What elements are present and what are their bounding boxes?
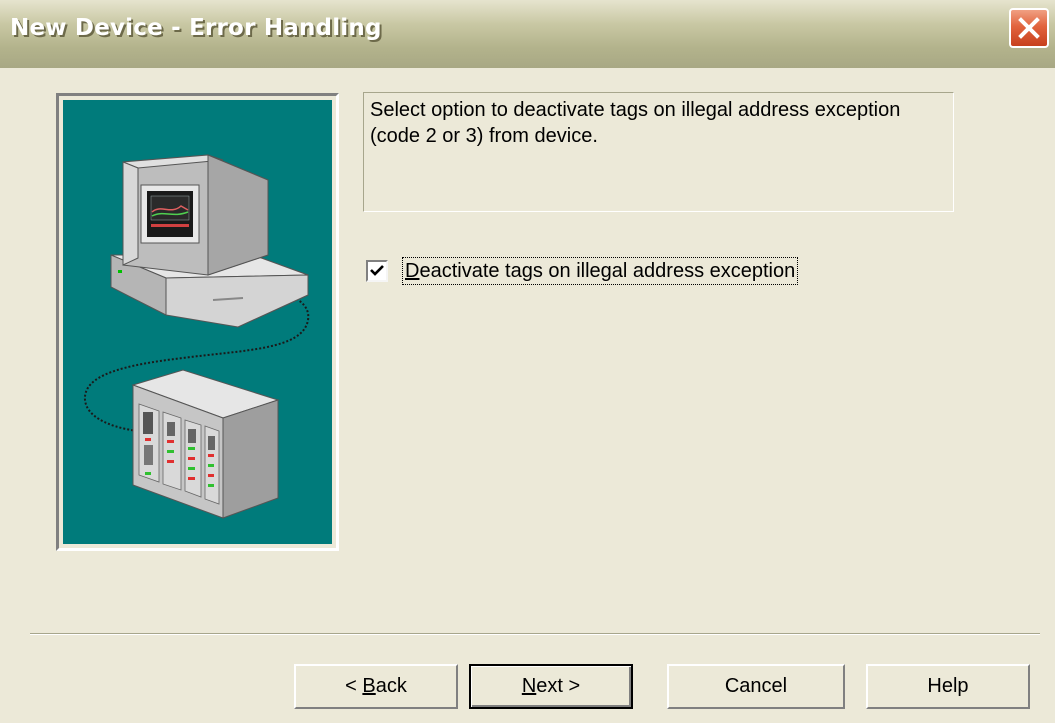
checkmark-icon — [370, 265, 384, 276]
next-text: ext > — [536, 675, 581, 697]
cancel-button[interactable]: Cancel — [667, 664, 845, 709]
deactivate-tags-label[interactable]: Deactivate tags on illegal address excep… — [401, 257, 799, 285]
cancel-label: Cancel — [724, 675, 788, 697]
back-button[interactable]: < Back — [294, 664, 458, 709]
illustration-background — [63, 100, 332, 544]
close-button[interactable] — [1009, 8, 1049, 48]
title-bar: New Device - Error Handling — [0, 0, 1055, 68]
back-label: < Back — [345, 675, 407, 698]
label-text: eactivate tags on illegal address except… — [419, 260, 796, 282]
separator — [30, 633, 1040, 635]
window-title: New Device - Error Handling — [10, 15, 382, 41]
back-text: ack — [375, 675, 407, 697]
accelerator-key: D — [405, 260, 420, 282]
back-prefix: < — [345, 675, 363, 697]
help-button[interactable]: Help — [866, 664, 1030, 709]
computer-device-illustration — [83, 154, 310, 519]
close-icon — [1018, 17, 1040, 39]
description-text: Select option to deactivate tags on ille… — [370, 99, 901, 147]
next-accelerator: N — [521, 675, 537, 697]
next-label: Next > — [522, 675, 580, 698]
description-box: Select option to deactivate tags on ille… — [363, 92, 954, 212]
deactivate-tags-checkbox[interactable] — [366, 260, 388, 282]
wizard-illustration — [56, 93, 339, 551]
computer-icon — [110, 154, 309, 328]
device-rack-icon — [131, 369, 280, 519]
help-label: Help — [927, 675, 969, 697]
back-accelerator: B — [362, 675, 376, 697]
next-button[interactable]: Next > — [469, 664, 633, 709]
